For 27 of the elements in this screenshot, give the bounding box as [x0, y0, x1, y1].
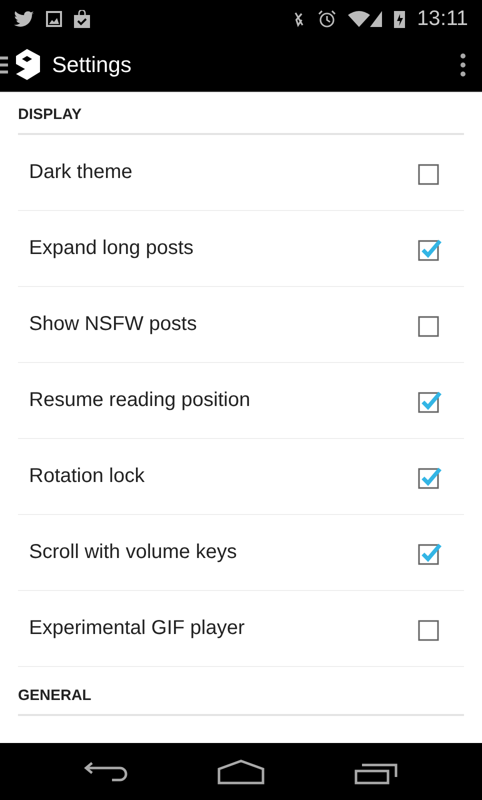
setting-label: Experimental GIF player [29, 617, 245, 640]
battery-icon [394, 10, 405, 28]
setting-row[interactable]: Scroll with volume keys [18, 515, 464, 591]
alarm-icon [318, 10, 336, 28]
setting-row[interactable]: Experimental GIF player [18, 591, 464, 667]
bird-icon [14, 11, 34, 27]
setting-label: Resume reading position [29, 389, 250, 412]
setting-row[interactable]: Expand long posts [18, 211, 464, 287]
section-header: GENERAL [17, 686, 92, 706]
setting-row[interactable]: Show NSFW posts [18, 287, 464, 363]
section-header: DISPLAY [17, 105, 83, 125]
setting-label: Show NSFW posts [29, 313, 197, 336]
setting-label: Scroll with volume keys [29, 541, 237, 564]
setting-label: Dark theme [29, 161, 132, 184]
image-icon [46, 11, 62, 27]
clock-time: 13:11 [417, 7, 468, 31]
setting-label: Rotation lock [29, 465, 145, 488]
setting-label: Expand long posts [29, 237, 194, 260]
wifi-icon [348, 11, 370, 27]
overflow-menu-icon[interactable] [460, 52, 466, 76]
screen-title: Settings [52, 52, 132, 78]
signal-icon [370, 11, 382, 27]
setting-row[interactable]: Rotation lock [18, 439, 464, 515]
home-icon[interactable] [216, 758, 265, 784]
shopping-bag-icon [74, 10, 90, 28]
setting-row[interactable]: Dark theme [18, 135, 464, 211]
setting-row[interactable]: Resume reading position [18, 363, 464, 439]
